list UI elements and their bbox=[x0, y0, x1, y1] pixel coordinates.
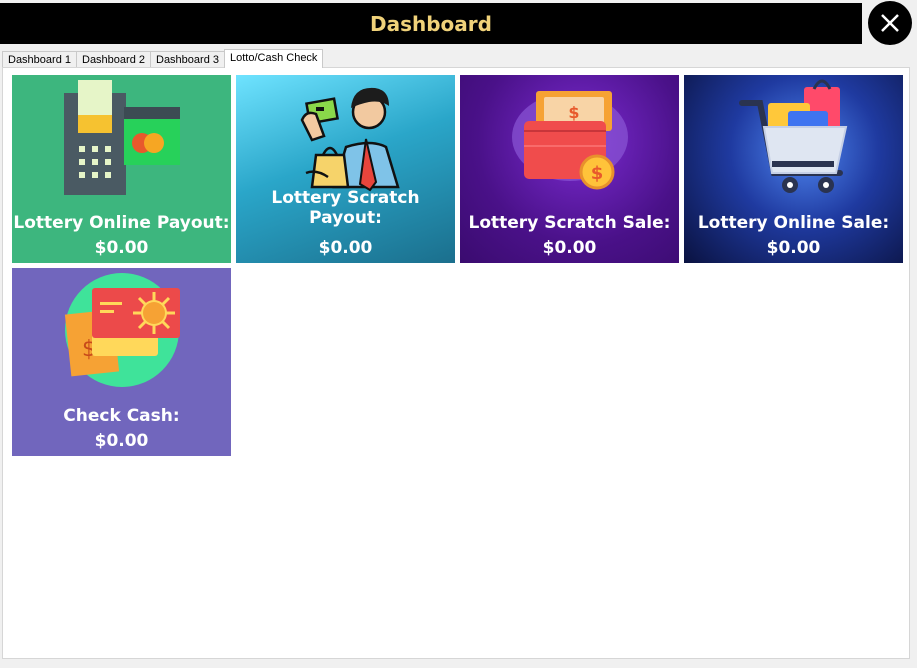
tile-label: Lottery Scratch Sale: bbox=[468, 213, 671, 233]
wallet-money-icon: $ $ bbox=[512, 91, 628, 190]
window-title: Dashboard bbox=[370, 11, 492, 36]
tile-amount: $0.00 bbox=[766, 238, 821, 258]
tile-amount: $0.00 bbox=[94, 431, 149, 451]
tile-label: Lottery Scratch Payout: bbox=[271, 188, 420, 228]
tile-label: Lottery Online Sale: bbox=[697, 213, 890, 233]
tab-strip: Dashboard 1 Dashboard 2 Dashboard 3 Lott… bbox=[2, 49, 324, 68]
tile-label: Lottery Online Payout: bbox=[13, 213, 230, 233]
tab-lotto-cash-check[interactable]: Lotto/Cash Check bbox=[224, 49, 324, 68]
shopping-cart-icon bbox=[739, 79, 848, 193]
tile-label: Check Cash: bbox=[63, 406, 180, 426]
tile-amount: $0.00 bbox=[542, 238, 597, 258]
shopper-cash-icon bbox=[300, 87, 400, 192]
tab-panel: Lottery Online Payout: $0.00 Lottery Scr… bbox=[2, 67, 910, 659]
tile-amount: $0.00 bbox=[94, 238, 149, 258]
tab-dashboard-2[interactable]: Dashboard 2 bbox=[76, 51, 151, 68]
tab-dashboard-3[interactable]: Dashboard 3 bbox=[150, 51, 225, 68]
close-icon bbox=[881, 14, 899, 32]
close-button[interactable] bbox=[868, 1, 912, 45]
title-bar: Dashboard bbox=[0, 3, 862, 44]
tile-lottery-online-sale[interactable]: Lottery Online Sale: $0.00 bbox=[684, 75, 903, 263]
tile-lottery-online-payout[interactable]: Lottery Online Payout: $0.00 bbox=[12, 75, 231, 263]
tile-lottery-scratch-payout[interactable]: Lottery Scratch Payout: $0.00 bbox=[236, 75, 455, 263]
tab-dashboard-1[interactable]: Dashboard 1 bbox=[2, 51, 77, 68]
svg-text:$: $ bbox=[591, 163, 604, 184]
tile-check-cash[interactable]: $ Check Cash: $0.00 bbox=[12, 268, 231, 456]
svg-text:$: $ bbox=[568, 103, 579, 122]
tile-lottery-scratch-sale[interactable]: $ $ Lottery Scratch Sale: $0.00 bbox=[460, 75, 679, 263]
card-terminal-icon bbox=[64, 80, 180, 195]
tile-amount: $0.00 bbox=[318, 238, 373, 258]
cash-check-icon: $ bbox=[64, 273, 180, 387]
